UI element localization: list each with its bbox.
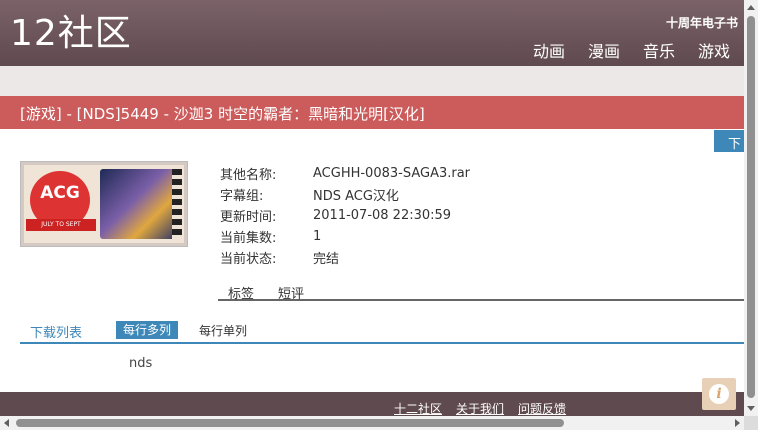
site-footer: 十二社区 关于我们 问题反馈 [0, 392, 744, 416]
title-bar: [游戏] - [NDS]5449 - 沙迦3 时空的霸者：黑暗和光明[汉化] [0, 96, 744, 129]
info-label: 字幕组: [220, 189, 264, 204]
download-button[interactable]: 下载 [714, 130, 744, 152]
footer-link-about[interactable]: 关于我们 [456, 400, 504, 417]
site-header: 12社区 十周年电子书 动画 漫画 音乐 游戏 [0, 0, 744, 66]
info-value: 1 [313, 229, 322, 244]
single-column-toggle[interactable]: 每行单列 [199, 322, 247, 339]
info-button[interactable]: i [702, 378, 736, 410]
tab-reviews[interactable]: 短评 [278, 283, 304, 302]
page-title: [游戏] - [NDS]5449 - 沙迦3 时空的霸者：黑暗和光明[汉化] [20, 105, 425, 123]
info-row: 当前集数: 1 [220, 226, 470, 247]
cover-image: ACG JULY TO SEPT [20, 161, 188, 247]
vertical-scrollbar[interactable] [744, 0, 758, 416]
sub-header-bar [0, 66, 744, 96]
site-logo[interactable]: 12社区 [10, 14, 132, 54]
cover-artwork [100, 169, 176, 239]
nav-anime[interactable]: 动画 [533, 38, 565, 62]
info-label: 更新时间: [220, 210, 277, 225]
info-label: 当前集数: [220, 231, 277, 246]
horizontal-scrollbar[interactable] [0, 416, 744, 430]
footer-link-feedback[interactable]: 问题反馈 [518, 400, 566, 417]
scroll-up-arrow-icon[interactable] [747, 5, 755, 10]
nav-games[interactable]: 游戏 [698, 38, 730, 62]
scroll-left-arrow-icon[interactable] [4, 419, 9, 427]
download-list-title: 下载列表 [30, 326, 83, 341]
multi-column-toggle[interactable]: 每行多列 [116, 321, 179, 339]
info-row: 更新时间: 2011-07-08 22:30:59 [220, 205, 470, 226]
nav-manga[interactable]: 漫画 [588, 38, 620, 62]
download-list-header: 下载列表 每行多列 每行单列 [20, 320, 744, 344]
cover-ribbon: JULY TO SEPT [26, 219, 96, 231]
info-row: 其他名称: ACGHH-0083-SAGA3.rar [220, 163, 470, 184]
main-nav: 动画 漫画 音乐 游戏 [533, 38, 730, 62]
scroll-right-arrow-icon[interactable] [735, 419, 740, 427]
horizontal-scroll-thumb[interactable] [16, 419, 564, 427]
info-table: 其他名称: ACGHH-0083-SAGA3.rar 字幕组: NDS ACG汉… [220, 163, 470, 268]
info-row: 当前状态: 完结 [220, 247, 470, 268]
info-label: 其他名称: [220, 168, 277, 183]
info-value: 完结 [313, 252, 340, 267]
info-row: 字幕组: NDS ACG汉化 [220, 184, 470, 205]
film-strip-decoration [172, 169, 182, 239]
vertical-scroll-thumb[interactable] [747, 16, 755, 398]
footer-link-community[interactable]: 十二社区 [394, 400, 442, 417]
detail-tabs: 标签 短评 [218, 282, 744, 302]
scroll-down-arrow-icon[interactable] [747, 406, 755, 411]
footer-links: 十二社区 关于我们 问题反馈 [394, 400, 566, 417]
info-value: 2011-07-08 22:30:59 [313, 208, 452, 223]
info-label: 当前状态: [220, 252, 277, 267]
info-icon: i [709, 384, 729, 404]
scrollbar-corner [744, 416, 758, 430]
platform-label: nds [129, 356, 153, 371]
tab-tags[interactable]: 标签 [228, 283, 254, 302]
info-value: ACGHH-0083-SAGA3.rar [313, 166, 471, 181]
info-value: NDS ACG汉化 [313, 189, 399, 204]
tagline-link[interactable]: 十周年电子书 [666, 14, 738, 31]
nav-music[interactable]: 音乐 [643, 38, 675, 62]
